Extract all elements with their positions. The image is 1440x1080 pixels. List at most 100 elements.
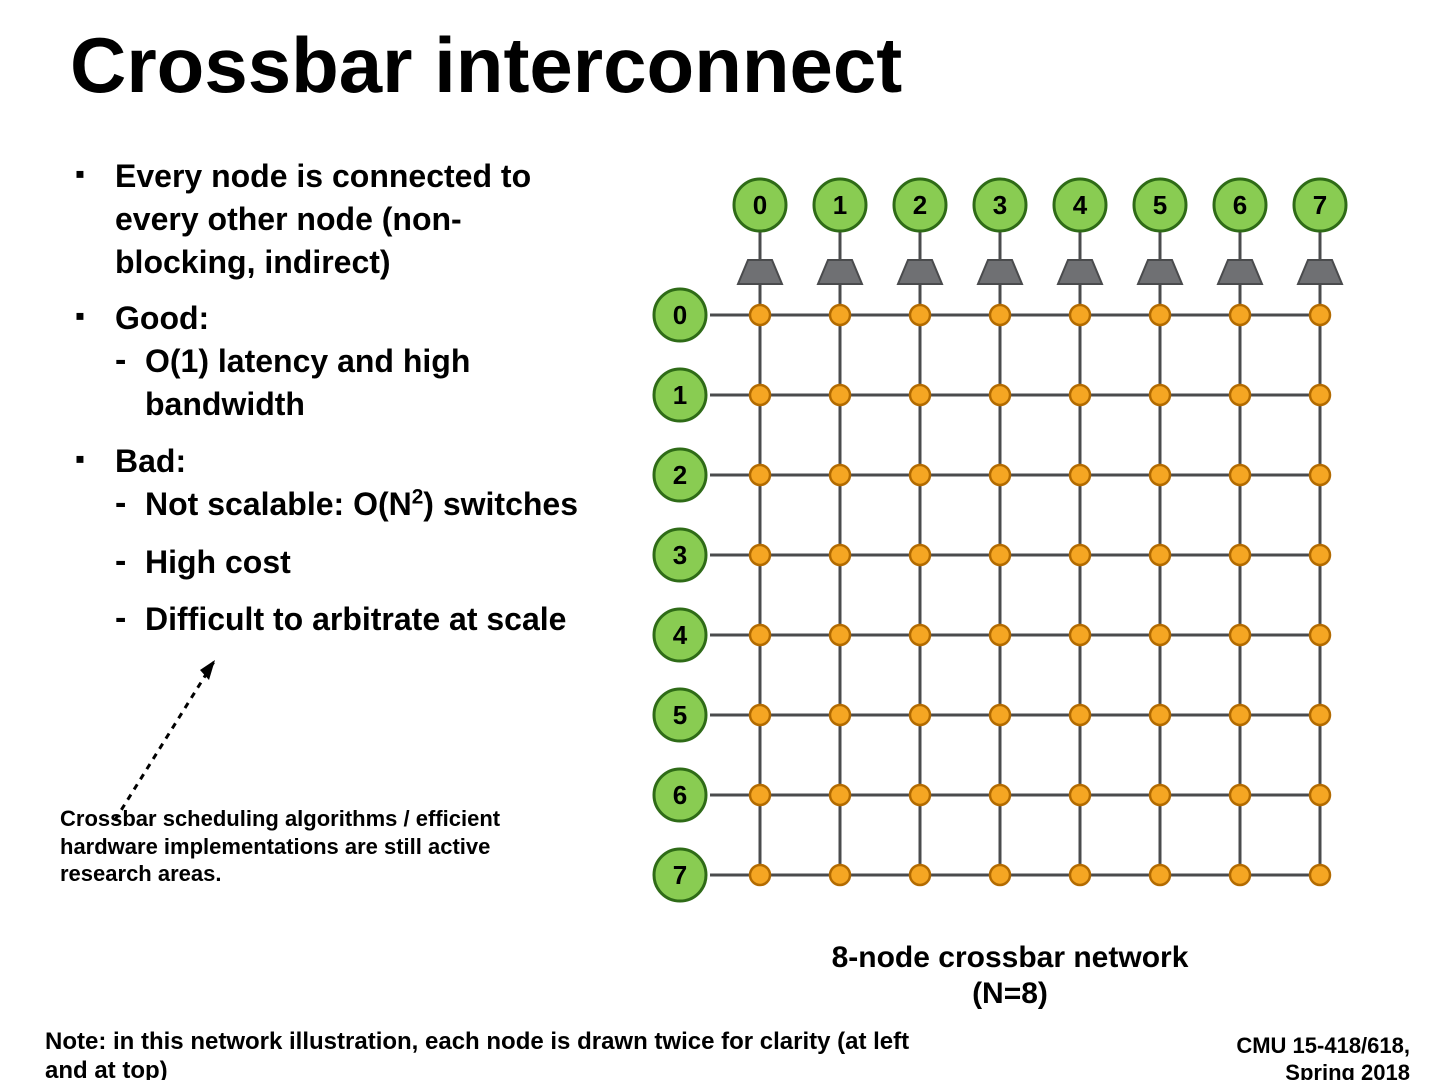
crossbar-switch [1150, 865, 1170, 885]
crossbar-switch [750, 625, 770, 645]
sub-bullet-item: High cost [115, 541, 595, 584]
bullet-text: Difficult to arbitrate at scale [145, 601, 566, 637]
crossbar-switch [1230, 385, 1250, 405]
crossbar-switch [1230, 785, 1250, 805]
node-label: 4 [1073, 190, 1088, 220]
crossbar-switch [910, 305, 930, 325]
dashed-arrow-icon [105, 650, 235, 830]
bullet-item: Every node is connected to every other n… [75, 155, 595, 285]
node-label: 2 [913, 190, 927, 220]
node-label: 4 [673, 620, 688, 650]
node-label: 3 [673, 540, 687, 570]
crossbar-switch [1070, 705, 1090, 725]
crossbar-switch [990, 465, 1010, 485]
crossbar-switch [1310, 865, 1330, 885]
crossbar-switch [1310, 305, 1330, 325]
crossbar-switch [990, 625, 1010, 645]
crossbar-switch [750, 465, 770, 485]
crossbar-switch [1070, 385, 1090, 405]
crossbar-switch [1310, 385, 1330, 405]
crossbar-switch [1310, 625, 1330, 645]
crossbar-switch [1070, 865, 1090, 885]
node-label: 6 [673, 780, 687, 810]
crossbar-switch [830, 705, 850, 725]
node-label: 0 [753, 190, 767, 220]
node-label: 7 [1313, 190, 1327, 220]
crossbar-switch [1230, 305, 1250, 325]
bullet-text: Every node is connected to every other n… [115, 158, 531, 280]
node-label: 7 [673, 860, 687, 890]
diagram-caption: 8-node crossbar network (N=8) [640, 940, 1380, 1012]
crossbar-switch [1310, 465, 1330, 485]
node-label: 0 [673, 300, 687, 330]
bullet-text: Not scalable: O(N2) switches [145, 486, 578, 522]
arbiter-icon [1298, 260, 1342, 284]
arbiter-icon [1058, 260, 1102, 284]
crossbar-switch [990, 865, 1010, 885]
page-title: Crossbar interconnect [70, 20, 902, 111]
node-label: 2 [673, 460, 687, 490]
node-label: 5 [1153, 190, 1167, 220]
crossbar-switch [910, 385, 930, 405]
node-label: 6 [1233, 190, 1247, 220]
crossbar-switch [1230, 545, 1250, 565]
arbiter-icon [1218, 260, 1262, 284]
bullet-list: Every node is connected to every other n… [75, 155, 595, 655]
crossbar-switch [1070, 465, 1090, 485]
slide: Crossbar interconnect Every node is conn… [0, 0, 1440, 1080]
crossbar-switch [1310, 785, 1330, 805]
node-label: 1 [833, 190, 847, 220]
crossbar-switch [1070, 545, 1090, 565]
crossbar-switch [830, 385, 850, 405]
crossbar-switch [1310, 705, 1330, 725]
crossbar-switch [1230, 465, 1250, 485]
crossbar-switch [750, 705, 770, 725]
crossbar-switch [1150, 705, 1170, 725]
arbiter-icon [738, 260, 782, 284]
crossbar-switch [990, 385, 1010, 405]
bullet-text: Bad: [115, 443, 186, 479]
footnote-note: Note: in this network illustration, each… [45, 1028, 945, 1080]
arbiter-icon [818, 260, 862, 284]
crossbar-switch [1150, 625, 1170, 645]
crossbar-switch [830, 465, 850, 485]
crossbar-switch [1150, 385, 1170, 405]
bullet-text: High cost [145, 544, 291, 580]
crossbar-switch [830, 305, 850, 325]
crossbar-switch [910, 865, 930, 885]
bullet-item: Bad: Not scalable: O(N2) switches High c… [75, 440, 595, 641]
arbiter-icon [898, 260, 942, 284]
crossbar-switch [910, 705, 930, 725]
crossbar-diagram: 0123456701234567 [640, 175, 1380, 940]
bullet-text: Good: [115, 300, 209, 336]
crossbar-switch [990, 785, 1010, 805]
crossbar-svg: 0123456701234567 [640, 175, 1380, 935]
footnote-research: Crossbar scheduling algorithms / efficie… [60, 805, 540, 888]
bullet-item: Good: O(1) latency and high bandwidth [75, 297, 595, 427]
crossbar-switch [1230, 705, 1250, 725]
crossbar-switch [910, 625, 930, 645]
crossbar-switch [750, 785, 770, 805]
crossbar-switch [830, 865, 850, 885]
crossbar-switch [1310, 545, 1330, 565]
crossbar-switch [1150, 305, 1170, 325]
crossbar-switch [910, 545, 930, 565]
crossbar-switch [750, 305, 770, 325]
sub-bullet-item: Difficult to arbitrate at scale [115, 598, 595, 641]
crossbar-switch [910, 785, 930, 805]
crossbar-switch [910, 465, 930, 485]
crossbar-switch [1150, 545, 1170, 565]
sub-bullet-item: Not scalable: O(N2) switches [115, 483, 595, 526]
node-label: 5 [673, 700, 687, 730]
crossbar-switch [830, 785, 850, 805]
bullet-text: O(1) latency and high bandwidth [145, 343, 470, 422]
crossbar-switch [990, 305, 1010, 325]
crossbar-switch [750, 865, 770, 885]
crossbar-switch [1230, 625, 1250, 645]
crossbar-switch [990, 545, 1010, 565]
crossbar-switch [990, 705, 1010, 725]
crossbar-switch [1070, 785, 1090, 805]
crossbar-switch [750, 385, 770, 405]
course-footer: CMU 15-418/618, Spring 2018 [1236, 1033, 1410, 1080]
crossbar-switch [1150, 465, 1170, 485]
